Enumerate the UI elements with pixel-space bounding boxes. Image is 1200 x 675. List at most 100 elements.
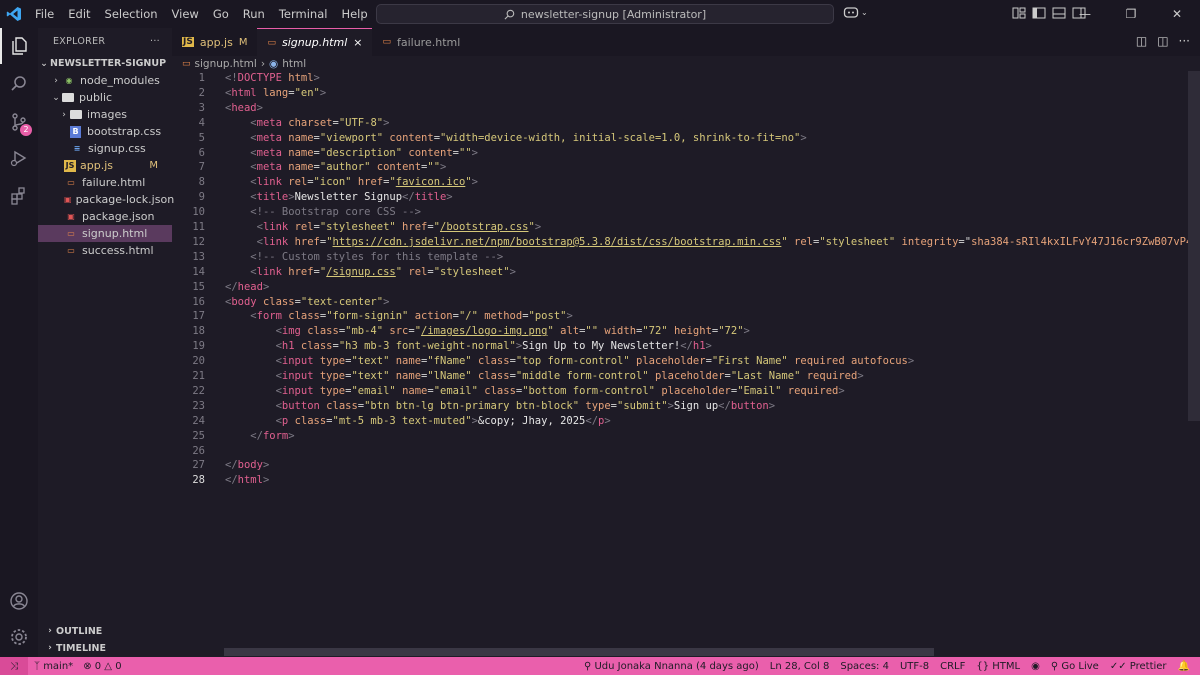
code-line[interactable]: 4 <meta charset="UTF-8"> <box>172 116 1188 131</box>
tree-item-images[interactable]: › images <box>38 106 172 123</box>
tree-item-failure-html[interactable]: ▭ failure.html <box>38 174 172 191</box>
tree-item-app-js[interactable]: JS app.js M <box>38 157 172 174</box>
branch-name: main* <box>43 660 74 672</box>
tree-item-signup-html[interactable]: ▭ signup.html <box>38 225 172 242</box>
menu-item-selection[interactable]: Selection <box>98 0 165 28</box>
explorer-icon[interactable] <box>0 28 38 64</box>
problems-status[interactable]: ⊗ 0 △ 0 <box>83 661 121 672</box>
menu-item-help[interactable]: Help <box>334 0 374 28</box>
code-line[interactable]: 1 <!DOCTYPE html> <box>172 71 1188 86</box>
code-line[interactable]: 24 <p class="mt-5 mb-3 text-muted">&copy… <box>172 414 1188 429</box>
split-editor-icon[interactable]: ◫ <box>1157 34 1168 48</box>
remote-indicator-icon[interactable]: ⤨ <box>0 657 28 675</box>
menu-item-run[interactable]: Run <box>236 0 272 28</box>
code-line[interactable]: 20 <input type="text" name="fName" class… <box>172 354 1188 369</box>
code-line[interactable]: 18 <img class="mb-4" src="/images/logo-i… <box>172 324 1188 339</box>
copilot-button[interactable]: ⌄ <box>843 6 868 18</box>
css-file-icon: ≡ <box>73 144 81 153</box>
language-mode[interactable]: {} HTML <box>976 661 1020 672</box>
menu-item-file[interactable]: File <box>28 0 61 28</box>
code-line[interactable]: 21 <input type="text" name="lName" class… <box>172 369 1188 384</box>
branch-status[interactable]: ᛉ main* <box>34 661 73 672</box>
menu-item-view[interactable]: View <box>165 0 206 28</box>
code-text: <meta name="description" content=""> <box>250 146 478 159</box>
code-line[interactable]: 22 <input type="email" name="email" clas… <box>172 384 1188 399</box>
indentation-status[interactable]: Spaces: 4 <box>840 661 889 672</box>
run-debug-icon[interactable] <box>0 140 38 176</box>
line-number: 22 <box>192 384 205 397</box>
open-preview-icon[interactable]: ◫ <box>1136 34 1147 48</box>
notifications-bell-icon[interactable]: 🔔 <box>1178 661 1190 672</box>
code-line[interactable]: 16 <body class="text-center"> <box>172 295 1188 310</box>
code-line[interactable]: 2 <html lang="en"> <box>172 86 1188 101</box>
toggle-primary-sidebar-icon[interactable] <box>1032 6 1046 20</box>
tab-label: app.js <box>199 35 233 49</box>
menu-item-go[interactable]: Go <box>206 0 236 28</box>
eol-status[interactable]: CRLF <box>940 661 965 672</box>
tab-failure-html[interactable]: ▭ failure.html <box>372 28 470 56</box>
code-line[interactable]: 5 <meta name="viewport" content="width=d… <box>172 131 1188 146</box>
tree-item-node-modules[interactable]: › ◉ node_modules <box>38 72 172 89</box>
extensions-icon[interactable] <box>0 178 38 214</box>
customize-layout-icon[interactable] <box>1012 6 1026 20</box>
horizontal-scrollbar[interactable] <box>224 648 934 656</box>
tree-item-signup-css[interactable]: ≡ signup.css <box>38 140 172 157</box>
code-line[interactable]: 17 <form class="form-signin" action="/" … <box>172 309 1188 324</box>
close-icon[interactable]: ✕ <box>1154 0 1200 28</box>
code-line[interactable]: 15 </head> <box>172 280 1188 295</box>
restore-icon[interactable]: ❐ <box>1108 0 1154 28</box>
minimize-icon[interactable]: — <box>1062 0 1108 28</box>
tree-item-public[interactable]: ⌄ public <box>38 89 172 106</box>
tree-item-bootstrap-css[interactable]: B bootstrap.css <box>38 123 172 140</box>
more-actions-icon[interactable]: ··· <box>1179 34 1190 48</box>
encoding-status[interactable]: UTF-8 <box>900 661 929 672</box>
tree-item-label: node_modules <box>80 74 160 87</box>
code-line[interactable]: 8 <link rel="icon" href="favicon.ico"> <box>172 175 1188 190</box>
git-blame-status[interactable]: ⚲ Udu Jonaka Nnanna (4 days ago) <box>584 661 759 672</box>
code-line[interactable]: 26 <box>172 444 1188 459</box>
code-line[interactable]: 27 </body> <box>172 458 1188 473</box>
code-line[interactable]: 6 <meta name="description" content=""> <box>172 146 1188 161</box>
timeline-section[interactable]: › TIMELINE <box>38 639 172 657</box>
code-line[interactable]: 10 <!-- Bootstrap core CSS --> <box>172 205 1188 220</box>
code-line[interactable]: 11 <link rel="stylesheet" href="/bootstr… <box>172 220 1188 235</box>
breadcrumb-symbol[interactable]: html <box>282 58 306 70</box>
more-actions-icon[interactable]: ··· <box>150 36 160 47</box>
outline-section[interactable]: › OUTLINE <box>38 622 172 640</box>
code-line[interactable]: 13 <!-- Custom styles for this template … <box>172 250 1188 265</box>
menu-item-edit[interactable]: Edit <box>61 0 97 28</box>
copilot-status-icon[interactable]: ◉ <box>1031 661 1040 672</box>
code-line[interactable]: 3 <head> <box>172 101 1188 116</box>
tree-item-package-json[interactable]: ▣ package.json <box>38 208 172 225</box>
close-tab-icon[interactable]: × <box>353 36 362 49</box>
explorer-root-folder[interactable]: ⌄ NEWSLETTER-SIGNUP <box>38 55 172 72</box>
code-line[interactable]: 25 </form> <box>172 429 1188 444</box>
accounts-icon[interactable] <box>0 583 38 619</box>
tab-signup-html[interactable]: ▭ signup.html × <box>257 28 373 56</box>
command-center[interactable]: newsletter-signup [Administrator] <box>376 4 834 24</box>
code-line[interactable]: 14 <link href="/signup.css" rel="stylesh… <box>172 265 1188 280</box>
tab-app-js[interactable]: JS app.js M <box>172 28 257 56</box>
code-editor[interactable]: 1 <!DOCTYPE html> 2 <html lang="en"> 3 <head>… <box>172 71 1200 647</box>
code-line[interactable]: 9 <title>Newsletter Signup</title> <box>172 190 1188 205</box>
code-line[interactable]: 12 <link href="https://cdn.jsdelivr.net/… <box>172 235 1200 250</box>
go-live-button[interactable]: ⚲ Go Live <box>1051 661 1099 672</box>
code-line[interactable]: 28 </html> <box>172 473 1188 488</box>
settings-gear-icon[interactable] <box>0 619 38 655</box>
menu-item-terminal[interactable]: Terminal <box>272 0 335 28</box>
command-center-label: newsletter-signup [Administrator] <box>520 7 707 21</box>
code-line[interactable]: 23 <button class="btn btn-lg btn-primary… <box>172 399 1188 414</box>
code-text: </html> <box>225 474 270 487</box>
breadcrumb-file[interactable]: signup.html <box>195 58 257 70</box>
line-number: 26 <box>192 444 205 457</box>
source-control-icon[interactable]: 2 <box>0 104 38 140</box>
code-line[interactable]: 19 <h1 class="h3 mb-3 font-weight-normal… <box>172 339 1188 354</box>
prettier-status[interactable]: ✓✓ Prettier <box>1110 661 1167 672</box>
vertical-scrollbar[interactable] <box>1188 71 1200 421</box>
search-icon[interactable] <box>0 66 38 102</box>
tree-item-package-lock-json[interactable]: ▣ package-lock.json <box>38 191 174 208</box>
tree-item-success-html[interactable]: ▭ success.html <box>38 242 172 259</box>
menu-bar: File Edit Selection View Go Run Terminal Help <box>28 0 375 28</box>
cursor-position[interactable]: Ln 28, Col 8 <box>770 661 830 672</box>
code-line[interactable]: 7 <meta name="author" content=""> <box>172 160 1188 175</box>
